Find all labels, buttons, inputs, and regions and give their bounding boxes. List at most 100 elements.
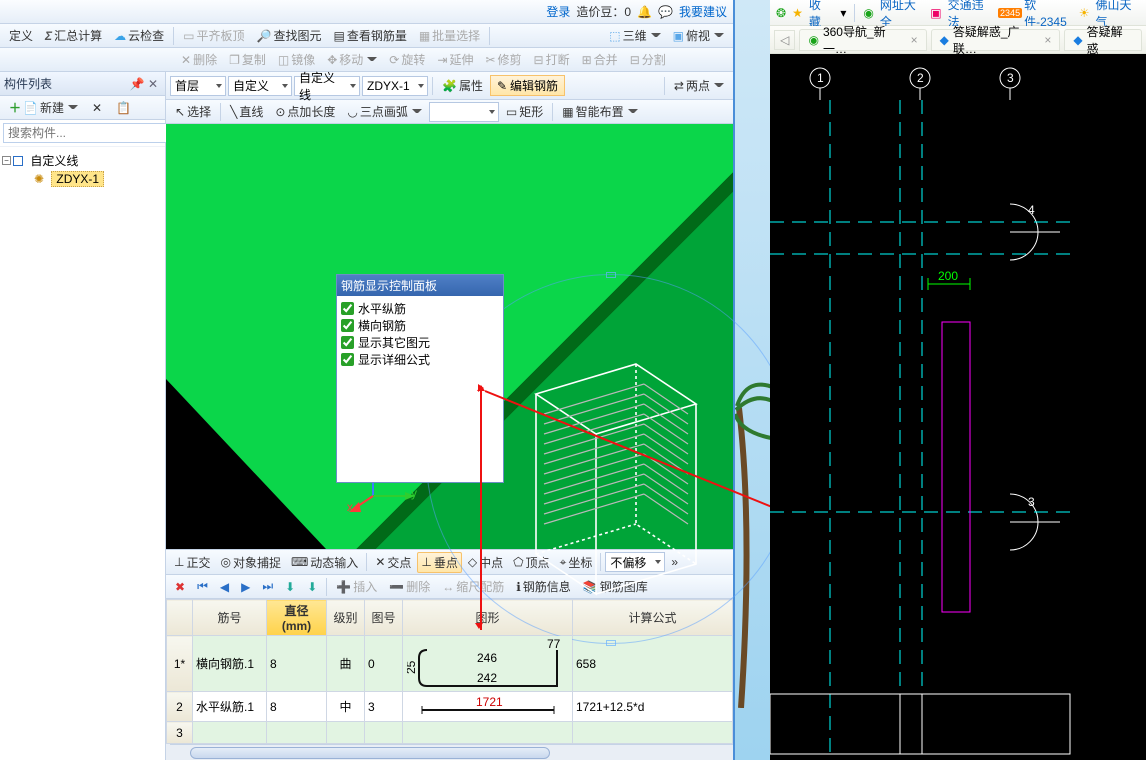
last-icon[interactable]: ⏭ [257,577,278,596]
horizontal-scrollbar[interactable] [170,744,733,760]
line-icon: ╲ [230,105,237,119]
sum-calc-button[interactable]: Σ汇总计算 [40,25,107,46]
delete-button: ✕删除 [176,49,222,70]
level-top-button: ▭平齐板顶 [178,25,249,46]
copy-button: ❐复制 [224,49,271,70]
smart-layout-button[interactable]: ▦智能布置 [557,101,642,122]
osnap-icon: ◎ [220,555,230,569]
osnap-button[interactable]: ◎对象捕捉 [216,552,285,573]
speech-icon[interactable]: 💬 [658,5,673,19]
bell-icon[interactable]: 🔔 [637,5,652,19]
merge-icon: ⊞ [582,53,592,67]
x-icon: ✕ [375,555,385,569]
ortho-icon: ⊥ [174,555,184,569]
extend-button: ⇥延伸 [432,49,478,70]
find-element-button[interactable]: 🔎查找图元 [252,25,327,46]
delete-item-button[interactable]: ✕ [87,99,107,117]
view-rebar-button[interactable]: ▤查看钢筋量 [328,25,411,46]
rotate-button: ⟳旋转 [384,49,430,70]
login-link[interactable]: 登录 [546,3,570,20]
pin-icon[interactable]: 📌 [129,76,145,92]
tab-qa2[interactable]: ◆答疑解惑 [1064,29,1142,51]
rect-icon: ▭ [506,105,517,119]
rotate-icon: ⟳ [389,53,399,67]
copy-item-button[interactable]: 📋 [111,99,136,117]
svg-text:3: 3 [1028,495,1035,509]
down2-icon[interactable]: ⬇ [302,578,322,596]
grid-icon: ▦ [562,105,573,119]
mirror-icon: ◫ [278,53,289,67]
search-input[interactable] [3,123,168,143]
break-button: ⊟打断 [529,49,575,70]
panel-title[interactable]: 钢筋显示控制面板 [337,275,503,296]
3d-canvas[interactable]: z y x 钢筋显示控制面板 水平纵筋 横向钢筋 显示其它图元 显示详细公式 [166,124,733,549]
new-button[interactable]: ＋📄新建 [4,97,83,118]
dyninput-button[interactable]: ⌨动态输入 [287,552,362,573]
top-view-button[interactable]: ▣俯视 [668,25,729,46]
ortho-button[interactable]: ⊥正交 [170,552,214,573]
3d-view-button[interactable]: ⬚三维 [604,25,665,46]
component-sidebar: 构件列表 📌 ✕ ＋📄新建 ✕ 📋 🔍 − 自定义线 ✺ ZDYX-1 [0,72,166,760]
category-combo[interactable]: 自定义 [228,76,292,96]
cloud-check-button[interactable]: ☁云检查 [109,25,169,46]
tab-qa1[interactable]: ◆答疑解惑_广联…× [931,29,1061,51]
svg-text:1721: 1721 [476,695,503,709]
cad-viewport[interactable]: 1 2 3 4 3 200 [770,54,1146,760]
arc-combo[interactable] [429,102,499,122]
copy-icon: ❐ [229,53,240,67]
edit-rebar-button[interactable]: ✎编辑钢筋 [490,75,565,96]
tab-close-icon[interactable]: × [911,33,918,47]
id-combo[interactable]: ZDYX-1 [362,76,428,96]
browser-tabs: ◁ ◉360导航_新一…× ◆答疑解惑_广联…× ◆答疑解惑 [770,26,1146,54]
svg-text:77: 77 [547,638,561,651]
next-icon[interactable]: ▶ [236,578,255,596]
arc3-button[interactable]: ◡三点画弧 [342,101,427,122]
intersect-button[interactable]: ✕交点 [371,552,415,573]
cube2-icon: ▣ [673,29,684,43]
select-button[interactable]: ↖选择 [170,101,216,122]
chk-formula[interactable]: 显示详细公式 [341,351,499,368]
level-icon: ▭ [183,29,194,43]
back-button[interactable]: ◁ [774,30,795,50]
table-row[interactable]: 2 水平纵筋.1 8 中 3 1721 1721+12.5*d [167,692,733,722]
perp-icon: ⊥ [421,555,431,569]
table-row[interactable]: 3 [167,722,733,744]
table-row[interactable]: 1* 横向钢筋.1 8 曲 0 25 246 242 77 [167,636,733,692]
svg-text:242: 242 [477,671,497,685]
rebar-display-panel[interactable]: 钢筋显示控制面板 水平纵筋 横向钢筋 显示其它图元 显示详细公式 [336,274,504,483]
component-tree[interactable]: − 自定义线 ✺ ZDYX-1 [0,147,165,760]
item-combo[interactable]: 自定义线 [294,76,360,96]
svg-text:246: 246 [477,651,497,665]
del-icon: ➖ [389,580,404,594]
point-length-button[interactable]: ⊙点加长度 [270,101,340,122]
chk-horizontal[interactable]: 水平纵筋 [341,300,499,317]
cloud-icon: ☁ [114,29,126,43]
down-icon[interactable]: ⬇ [280,578,300,596]
move-button: ✥移动 [322,49,382,70]
credit-label: 造价豆：0 [576,3,631,20]
fav-icon[interactable]: ★ [792,6,803,20]
two-point-button[interactable]: ⇄两点 [669,75,729,96]
suggest-link[interactable]: 我要建议 [679,3,727,20]
collapse-icon[interactable]: − [2,156,11,165]
trim-icon: ✂ [485,53,495,67]
tab-close-icon[interactable]: × [1044,33,1051,47]
floor-combo[interactable]: 首层 [170,76,226,96]
sidebar-title: 构件列表 [4,75,52,92]
properties-button[interactable]: 🧩属性 [437,75,488,96]
tree-leaf-selected[interactable]: ZDYX-1 [51,171,104,187]
prev-icon[interactable]: ◀ [215,578,234,596]
chk-transverse[interactable]: 横向钢筋 [341,317,499,334]
line-button[interactable]: ╲直线 [225,101,268,122]
define-button[interactable]: 定义 [4,25,38,46]
chk-other[interactable]: 显示其它图元 [341,334,499,351]
close-icon[interactable]: ✕ [145,76,161,92]
first-icon[interactable]: ⏮ [192,577,213,596]
close-red-icon[interactable]: ✖ [170,578,190,596]
rect-button[interactable]: ▭矩形 [501,101,548,122]
tree-root[interactable]: 自定义线 [30,152,78,169]
tab-360[interactable]: ◉360导航_新一…× [799,29,926,51]
break-icon: ⊟ [534,53,544,67]
extend-icon: ⇥ [437,53,447,67]
offset-combo[interactable]: 不偏移 [605,552,665,572]
